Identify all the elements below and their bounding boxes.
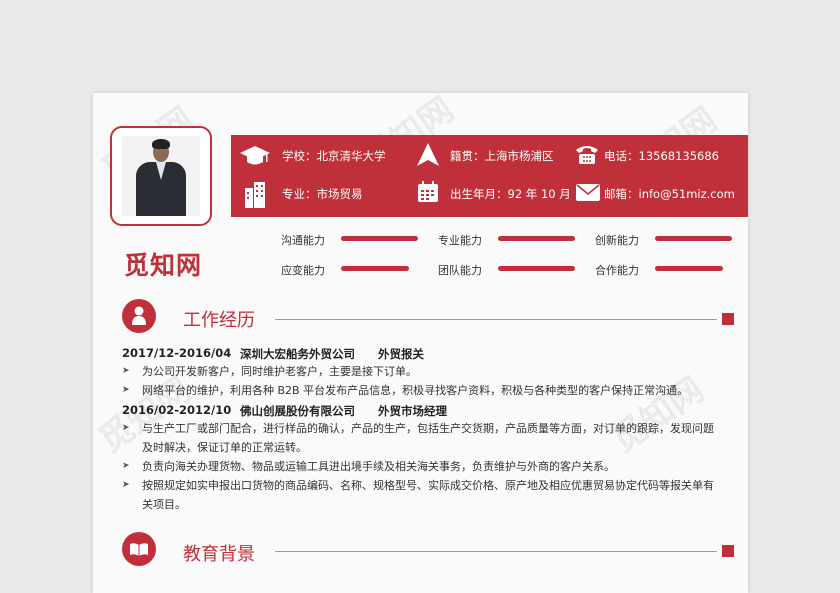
bullet-arrow-icon: ➤ [122,480,130,490]
job-company: 佛山创展股份有限公司 [240,404,355,418]
location-arrow-icon [417,143,439,166]
info-email: 邮箱：info@51miz.com [604,187,735,201]
skill-label: 创新能力 [595,234,639,247]
section-end-marker [722,313,734,325]
person-icon [132,306,146,325]
job-company: 深圳大宏船务外贸公司 [240,347,355,361]
candidate-name: 觅知网 [124,251,203,280]
section-end-marker [722,545,734,557]
skill-bar [498,266,575,271]
skill-bar [341,236,418,241]
skill-label: 应变能力 [281,264,325,277]
list-item: ➤ 负责向海关办理货物、物品或运输工具进出境手续及相关海关事务，负责维护与外商的… [122,457,722,476]
book-icon [130,543,148,556]
telephone-icon [576,146,598,164]
skill-label: 沟通能力 [281,234,325,247]
job-period: 2016/02-2012/10 [122,403,232,417]
skill-bar [655,236,732,241]
bullet-arrow-icon: ➤ [122,385,130,395]
job-role: 外贸报关 [378,347,424,361]
graduation-cap-icon [240,146,270,165]
job-role: 外贸市场经理 [378,404,447,418]
info-origin: 籍贯：上海市杨浦区 [450,149,554,163]
skill-bar [341,266,409,271]
skill-label: 合作能力 [595,264,639,277]
list-item: ➤ 按照规定如实申报出口货物的商品编码、名称、规格型号、实际成交价格、原产地及相… [122,476,722,514]
list-item: ➤ 与生产工厂或部门配合，进行样品的确认，产品的生产，包括生产交货期，产品质量等… [122,419,722,457]
info-phone: 电话：13568135686 [604,149,719,163]
work-section-title: 工作经历 [183,310,255,331]
skill-label: 团队能力 [438,264,482,277]
skill-bar [498,236,575,241]
info-birth: 出生年月：92 年 10 月 [450,187,571,201]
skill-bar [655,266,723,271]
section-divider [275,319,717,320]
profile-photo [122,136,200,216]
section-divider [275,551,717,552]
job-period: 2017/12-2016/04 [122,346,232,360]
info-major: 专业：市场贸易 [282,187,363,201]
bullet-arrow-icon: ➤ [122,423,130,433]
building-icon [245,182,265,208]
envelope-icon [576,184,600,201]
education-section-title: 教育背景 [183,544,255,565]
list-item: ➤ 网络平台的维护，利用各种 B2B 平台发布产品信息，积极寻找客户资料，积极与… [122,381,722,400]
skill-label: 专业能力 [438,234,482,247]
bullet-arrow-icon: ➤ [122,461,130,471]
list-item: ➤ 为公司开发新客户，同时维护老客户，主要是接下订单。 [122,362,722,381]
info-school: 学校：北京清华大学 [282,149,386,163]
calendar-icon [418,181,438,202]
bullet-arrow-icon: ➤ [122,366,130,376]
profile-photo-frame [110,126,212,226]
